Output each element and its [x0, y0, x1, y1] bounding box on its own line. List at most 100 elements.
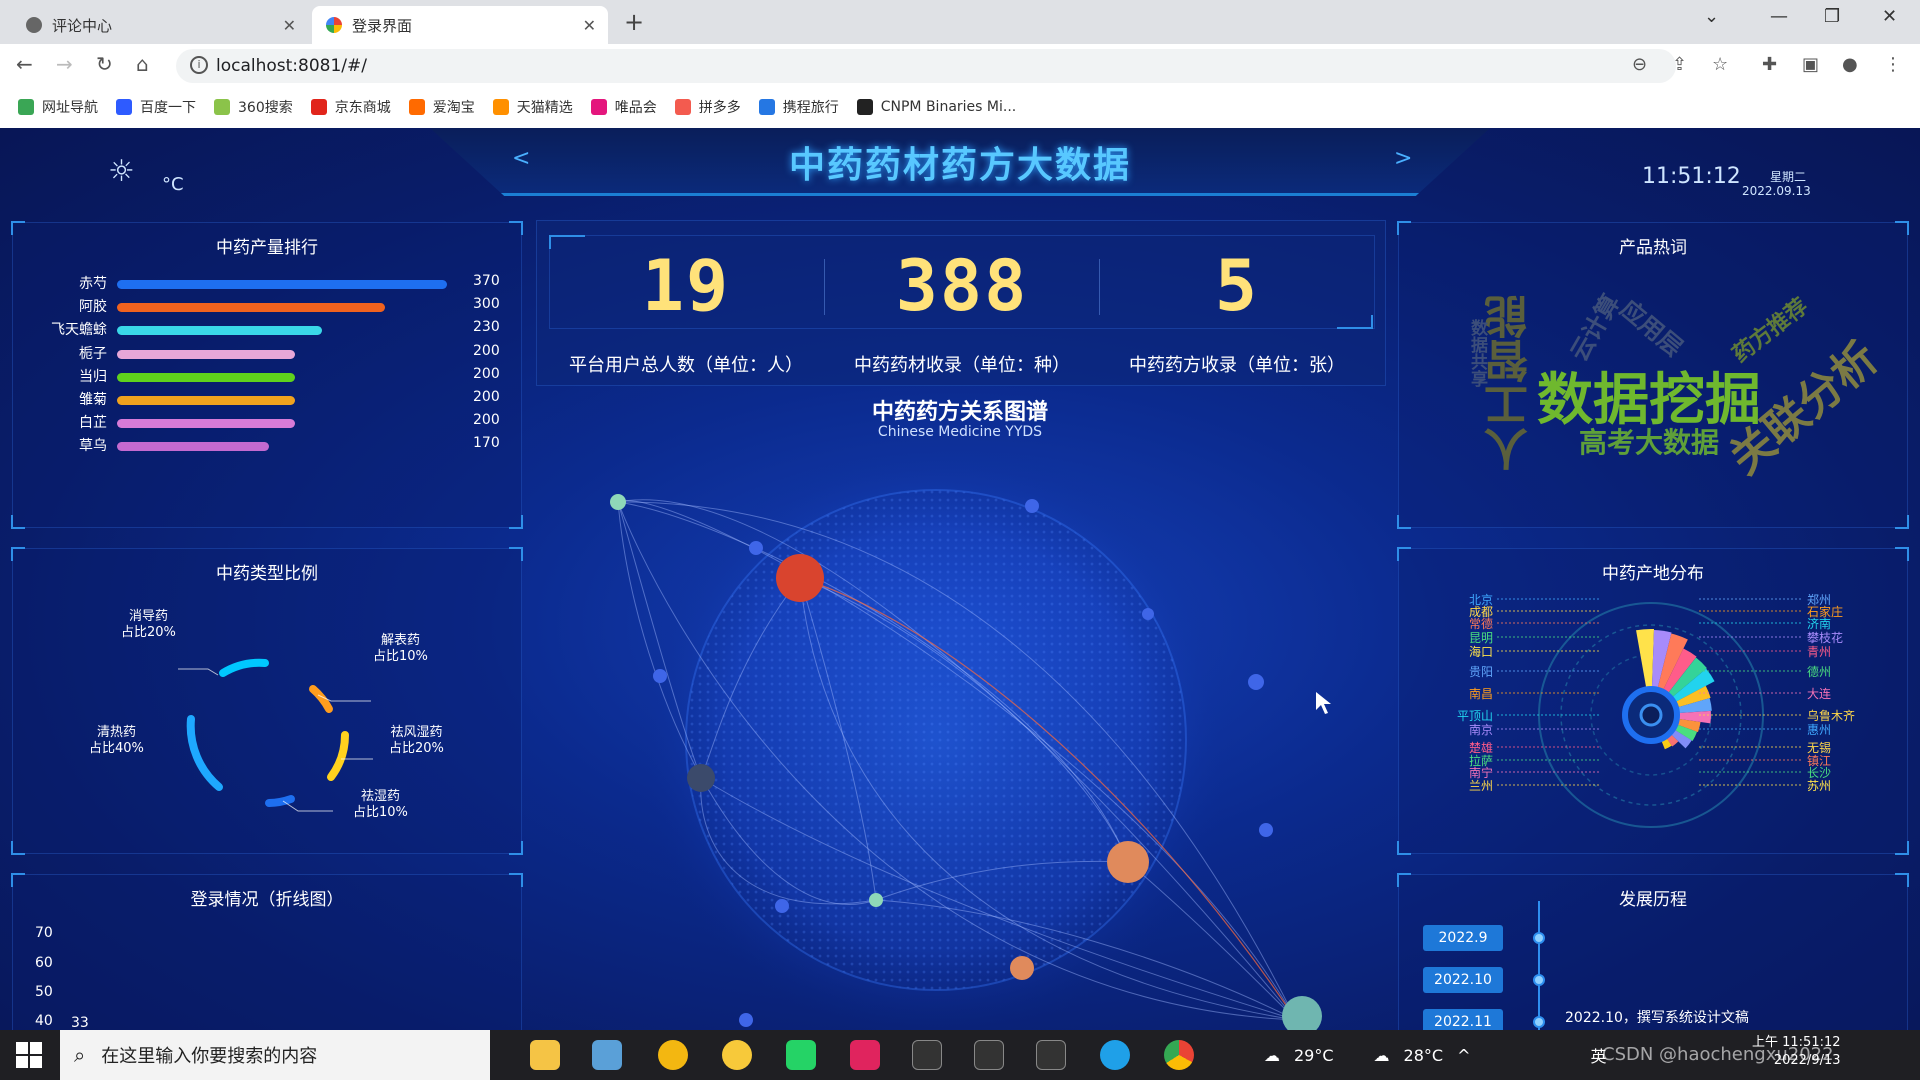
rank-row: 雏菊 200 [13, 389, 521, 409]
weather-temp: 28°C [1403, 1045, 1444, 1065]
home-icon[interactable]: ⌂ [136, 52, 149, 76]
rank-bar [117, 372, 296, 382]
chrome-icon[interactable] [1164, 1040, 1194, 1070]
share-icon[interactable]: ⇪ [1672, 54, 1687, 75]
graph-node[interactable] [776, 554, 824, 602]
terminal-icon[interactable] [1036, 1040, 1066, 1070]
bookmark-item[interactable]: 京东商城 [310, 97, 391, 117]
rank-label: 栀子 [79, 345, 107, 362]
graph-node[interactable] [749, 541, 763, 555]
rank-track [117, 419, 447, 429]
graph-node[interactable] [1010, 956, 1034, 980]
tab-comment-center[interactable]: 评论中心 ✕ [12, 6, 308, 44]
close-tab-icon[interactable]: ✕ [283, 16, 296, 35]
forward-icon[interactable]: → [56, 52, 73, 76]
graph-node[interactable] [739, 1013, 753, 1027]
stat-herbs-value: 388 [895, 245, 1029, 327]
label-清热药: 清热药 占比40% [89, 725, 144, 756]
tab-login[interactable]: 登录界面 ✕ [312, 6, 608, 44]
clock-time: 11:51:12 [1642, 164, 1741, 189]
bookmark-item[interactable]: 拼多多 [674, 97, 741, 117]
bookmark-favicon [214, 99, 230, 115]
prev-arrow-icon[interactable]: < [512, 146, 530, 171]
zoom-icon[interactable]: ⊖ [1632, 54, 1647, 75]
chevron-up-icon[interactable]: ^ [1457, 1046, 1470, 1065]
app-icon[interactable] [658, 1040, 688, 1070]
intellij-icon[interactable] [850, 1040, 880, 1070]
y-tick: 50 [35, 984, 53, 1000]
sidebar-icon[interactable]: ▣ [1802, 54, 1819, 75]
mouse-cursor-icon [1316, 692, 1331, 714]
taskbar-search[interactable]: ⌕ 在这里输入你要搜索的内容 [60, 1030, 490, 1080]
graph-node[interactable] [1248, 674, 1264, 690]
file-explorer-icon[interactable] [530, 1040, 560, 1070]
extensions-icon[interactable]: ✚ [1762, 54, 1777, 75]
bookmark-item[interactable]: 360搜索 [214, 97, 293, 117]
address-bar[interactable]: i localhost:8081/#/ [176, 49, 1676, 83]
graph-node[interactable] [1282, 996, 1322, 1030]
arc-消导药 [219, 658, 269, 677]
site-info-icon[interactable]: i [190, 56, 208, 74]
timeline-item[interactable]: 2022.10 [1423, 967, 1503, 993]
close-tab-icon[interactable]: ✕ [583, 16, 596, 35]
terminal-icon[interactable] [974, 1040, 1004, 1070]
bookmark-item[interactable]: 唯品会 [590, 97, 657, 117]
profile-icon[interactable]: ● [1842, 54, 1858, 75]
weather-temp: 29°C [1294, 1045, 1334, 1065]
graph-node[interactable] [1259, 823, 1273, 837]
bookmark-star-icon[interactable]: ☆ [1712, 54, 1728, 75]
system-tray: ☁ 29°C ☁ 28°C ^ 英 [1250, 1030, 1606, 1080]
origin-label: 海口 [1468, 645, 1493, 659]
bookmark-favicon [590, 99, 607, 115]
label-解表药: 解表药 占比10% [373, 633, 428, 664]
tab-bar: 评论中心 ✕ 登录界面 ✕ + ⌄ — ❐ ✕ [0, 0, 1920, 44]
rank-label: 雏菊 [79, 392, 107, 408]
next-arrow-icon[interactable]: > [1394, 146, 1412, 171]
rank-row: 赤芍 370 [13, 273, 521, 293]
rank-bar [117, 303, 385, 313]
graph-node[interactable] [1107, 841, 1149, 883]
weather-icon[interactable]: ☁ [1374, 1046, 1390, 1065]
stat-users-label: 平台用户总人数（单位：人） [569, 355, 803, 376]
app-icon[interactable] [592, 1040, 622, 1070]
new-tab-button[interactable]: + [624, 8, 644, 36]
graph-node[interactable] [653, 669, 667, 683]
terminal-icon[interactable] [912, 1040, 942, 1070]
tray-clock[interactable]: 上午 11:51:12 2022/9/13 [1752, 1034, 1841, 1070]
bookmark-favicon [856, 99, 873, 115]
timeline-item[interactable]: 2022.9 [1423, 925, 1503, 951]
back-icon[interactable]: ← [16, 52, 33, 76]
close-window-button[interactable]: ✕ [1882, 6, 1897, 27]
bookmark-item[interactable]: 天猫精选 [492, 97, 573, 117]
graph-node[interactable] [687, 764, 715, 792]
relation-graph[interactable] [536, 440, 1386, 1030]
windows-start-icon[interactable] [16, 1042, 42, 1068]
minimize-button[interactable]: — [1770, 6, 1788, 27]
graph-node[interactable] [1142, 608, 1154, 620]
bookmark-item[interactable]: 百度一下 [116, 97, 196, 117]
bookmark-item[interactable]: CNPM Binaries Mi... [856, 99, 1016, 115]
rank-row: 栀子 200 [13, 343, 521, 363]
graph-node[interactable] [869, 893, 883, 907]
pycharm-icon[interactable] [786, 1040, 816, 1070]
edge-icon[interactable] [1100, 1040, 1130, 1070]
bookmark-item[interactable]: 网址导航 [18, 97, 98, 117]
tab-title: 登录界面 [352, 16, 413, 35]
globe-icon [26, 17, 42, 33]
history-panel: 发展历程 2022.9 2022.10 2022.11 2022.10，撰写系统… [1397, 873, 1909, 1041]
rank-track [117, 326, 447, 336]
weather-icon[interactable]: ☁ [1264, 1046, 1280, 1065]
bookmark-item[interactable]: 携程旅行 [758, 97, 839, 117]
rank-value: 200 [473, 389, 500, 405]
app-icon[interactable] [722, 1040, 752, 1070]
maximize-button[interactable]: ❐ [1824, 6, 1840, 27]
graph-node[interactable] [610, 494, 626, 510]
graph-node[interactable] [1025, 499, 1039, 513]
reload-icon[interactable]: ↻ [96, 52, 113, 76]
windows-taskbar: ⌕ 在这里输入你要搜索的内容 ☁ 29°C ☁ 28°C ^ 英 CSDN @h… [0, 1030, 1920, 1080]
google-icon [326, 17, 342, 33]
graph-node[interactable] [775, 899, 789, 913]
menu-icon[interactable]: ⋮ [1884, 54, 1902, 75]
bookmark-item[interactable]: 爱淘宝 [408, 97, 475, 117]
tab-search-icon[interactable]: ⌄ [1704, 6, 1719, 27]
